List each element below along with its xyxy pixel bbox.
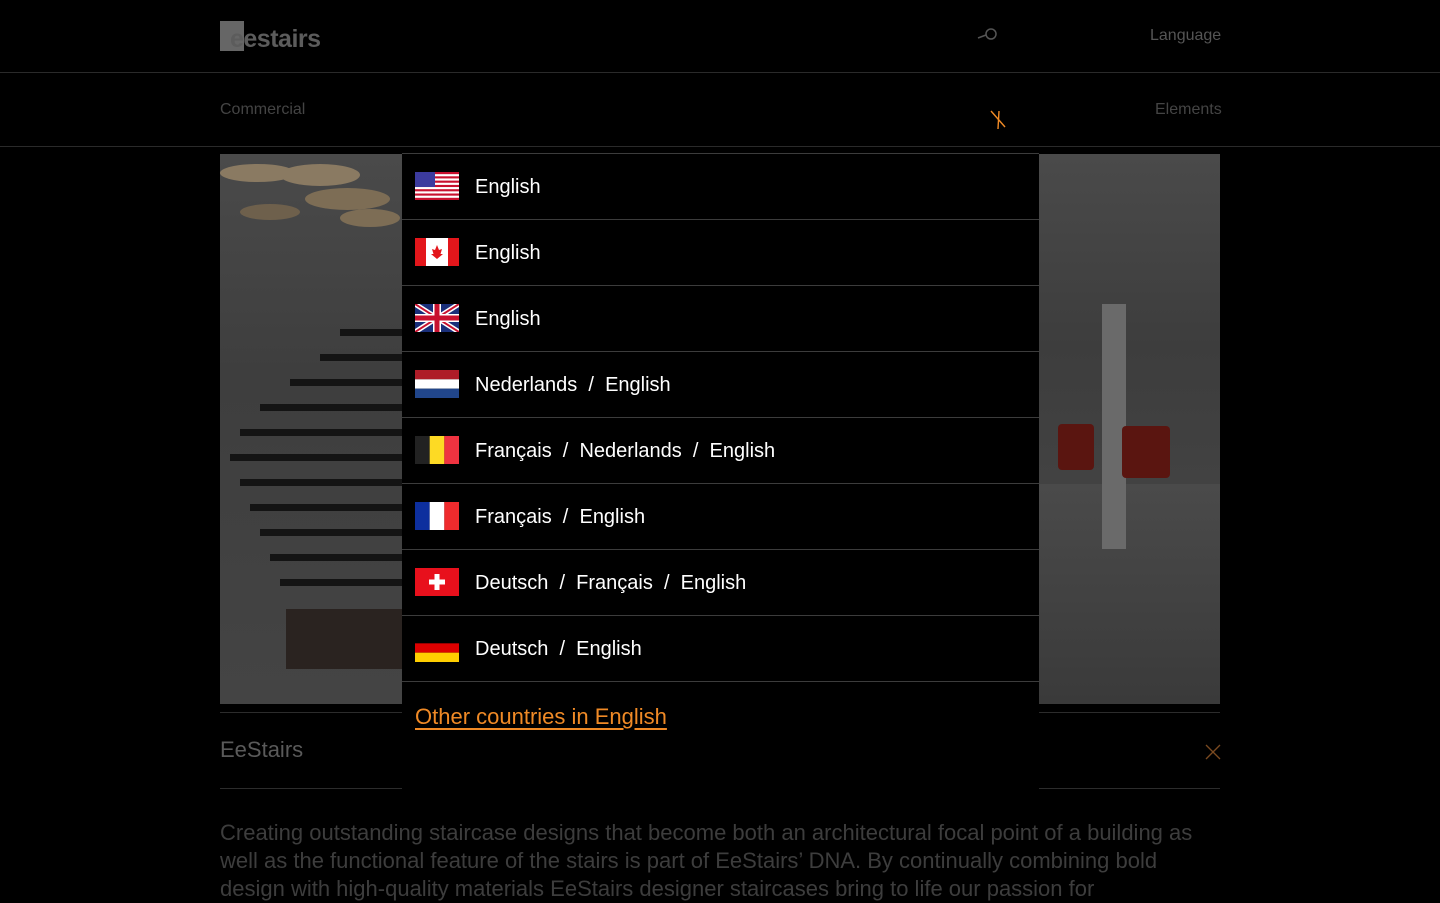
flag-canada-icon [415, 238, 459, 266]
language-selector-modal: English English English Nederlands / Eng… [402, 153, 1039, 793]
intro-paragraph: Creating outstanding staircase designs t… [220, 820, 1193, 901]
lobby-photo [1038, 154, 1220, 704]
language-option-france[interactable]: Français / English [402, 483, 1039, 549]
close-icon[interactable] [1204, 743, 1222, 761]
staircase-photo [220, 154, 402, 704]
flag-france-icon [415, 502, 459, 530]
subnav-divider [0, 146, 1440, 147]
language-option-netherlands[interactable]: Nederlands / English [402, 351, 1039, 417]
language-option-label: English [475, 176, 541, 198]
flag-belgium-icon [415, 436, 459, 464]
language-option-belgium[interactable]: Français / Nederlands / English [402, 417, 1039, 483]
search-icon[interactable] [976, 26, 1000, 44]
flag-germany-icon [415, 634, 459, 662]
language-option-label: Français / English [475, 506, 646, 528]
language-option-label: Français / Nederlands / English [475, 440, 776, 462]
flag-uk-icon [415, 304, 459, 332]
language-menu-link[interactable]: Language [1150, 27, 1221, 45]
language-option-label: Deutsch / Français / English [475, 572, 747, 594]
flag-netherlands-icon [415, 370, 459, 398]
nav-commercial[interactable]: Commercial [220, 101, 305, 119]
logo-text: eestairs [230, 25, 321, 53]
language-option-switzerland[interactable]: Deutsch / Français / English [402, 549, 1039, 615]
language-option-label: Deutsch / English [475, 638, 642, 660]
close-language-menu-icon[interactable] [988, 108, 1008, 130]
language-option-germany[interactable]: Deutsch / English [402, 615, 1039, 682]
other-countries-link[interactable]: Other countries in English [415, 704, 667, 730]
language-option-label: English [475, 242, 541, 264]
language-option-uk[interactable]: English [402, 285, 1039, 351]
card-title: EeStairs [220, 737, 304, 762]
nav-elements[interactable]: Elements [1155, 101, 1222, 119]
flag-us-icon [415, 172, 459, 200]
language-option-canada[interactable]: English [402, 219, 1039, 285]
header-divider [0, 72, 1440, 73]
language-option-us[interactable]: English [402, 153, 1039, 219]
language-option-label: English [475, 308, 541, 330]
language-option-label: Nederlands / English [475, 374, 671, 396]
flag-switzerland-icon [415, 568, 459, 596]
logo[interactable]: eestairs [220, 21, 340, 55]
